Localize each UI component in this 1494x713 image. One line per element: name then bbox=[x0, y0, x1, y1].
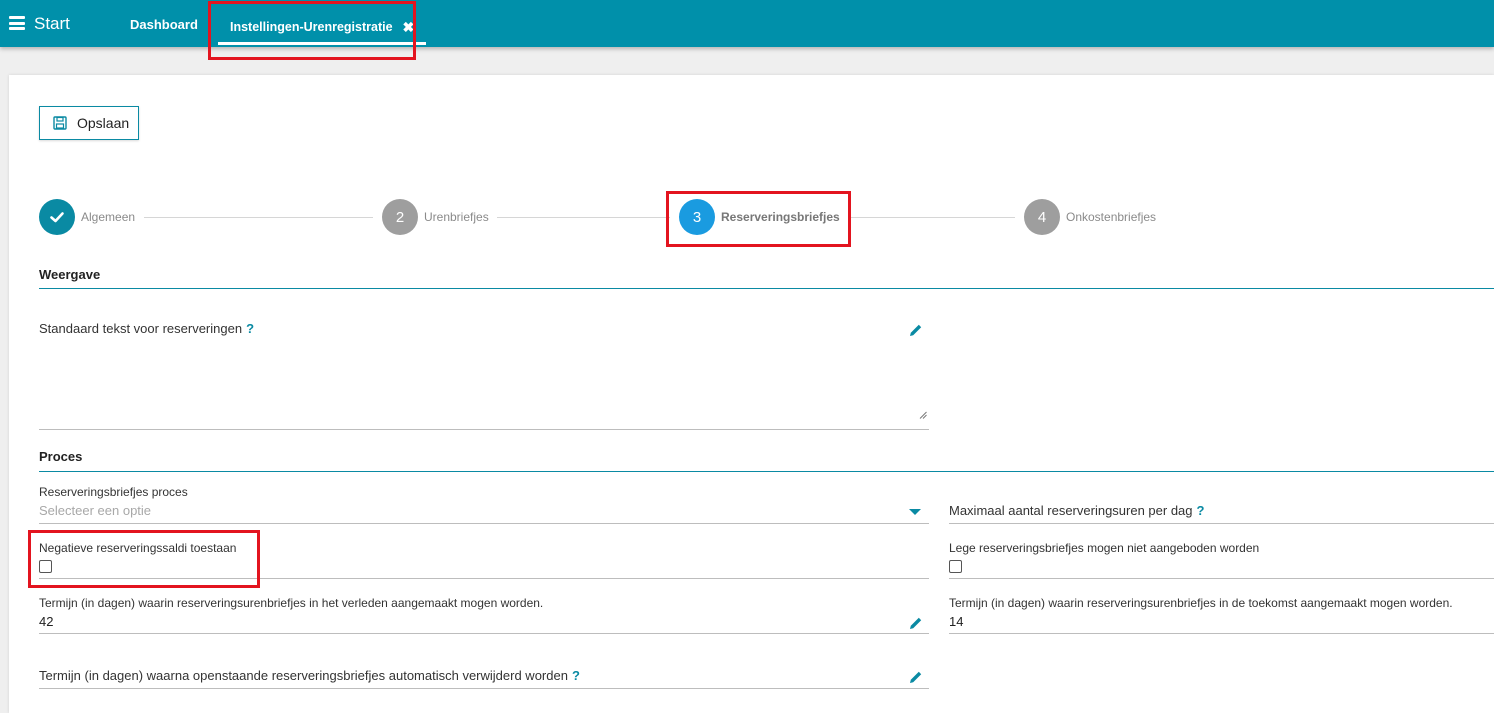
field-underline bbox=[949, 633, 1494, 634]
proces-select[interactable]: Selecteer een optie bbox=[39, 503, 151, 518]
resize-handle-icon[interactable] bbox=[919, 411, 927, 419]
pencil-icon[interactable] bbox=[909, 670, 923, 684]
standaard-tekst-textarea[interactable] bbox=[39, 429, 929, 430]
section-divider bbox=[39, 471, 1494, 472]
max-uren-input[interactable] bbox=[949, 523, 1494, 524]
step-connector bbox=[848, 217, 1015, 218]
highlight-box-step bbox=[666, 191, 851, 247]
section-title-proces: Proces bbox=[39, 449, 83, 464]
field-underline bbox=[39, 633, 929, 634]
max-uren-label: Maximaal aantal reserveringsuren per dag… bbox=[949, 503, 1204, 518]
section-divider bbox=[39, 288, 1494, 289]
toekomst-input[interactable]: 14 bbox=[949, 614, 963, 629]
standaard-tekst-label: Standaard tekst voor reserveringen? bbox=[39, 321, 254, 336]
step-2-circle[interactable]: 2 bbox=[382, 199, 418, 235]
save-button[interactable]: Opslaan bbox=[39, 106, 139, 140]
pencil-icon[interactable] bbox=[909, 616, 923, 630]
chevron-down-icon[interactable] bbox=[909, 509, 921, 515]
step-1-circle[interactable] bbox=[39, 199, 75, 235]
field-underline bbox=[949, 578, 1494, 579]
verleden-input[interactable]: 42 bbox=[39, 614, 53, 629]
step-4-label[interactable]: Onkostenbriefjes bbox=[1066, 210, 1156, 224]
highlight-box-tab bbox=[208, 1, 416, 60]
step-connector bbox=[497, 217, 670, 218]
proces-select-underline bbox=[39, 523, 929, 524]
proces-label: Reserveringsbriefjes proces bbox=[39, 485, 188, 499]
floppy-disk-icon bbox=[53, 116, 67, 130]
checkmark-icon bbox=[50, 212, 64, 223]
step-4-circle[interactable]: 4 bbox=[1024, 199, 1060, 235]
verwijderd-label-text: Termijn (in dagen) waarna openstaande re… bbox=[39, 668, 568, 683]
save-label: Opslaan bbox=[77, 115, 130, 131]
max-uren-label-text: Maximaal aantal reserveringsuren per dag bbox=[949, 503, 1193, 518]
toekomst-label: Termijn (in dagen) waarin reserveringsur… bbox=[949, 596, 1453, 610]
verwijderd-label: Termijn (in dagen) waarna openstaande re… bbox=[39, 668, 580, 683]
section-title-weergave: Weergave bbox=[39, 267, 101, 282]
step-connector bbox=[144, 217, 373, 218]
lege-label: Lege reserveringsbriefjes mogen niet aan… bbox=[949, 541, 1260, 555]
hamburger-menu-icon[interactable] bbox=[9, 16, 25, 30]
step-1-label[interactable]: Algemeen bbox=[81, 210, 135, 224]
step-2-label[interactable]: Urenbriefjes bbox=[424, 210, 489, 224]
content-card bbox=[9, 75, 1494, 713]
help-icon[interactable]: ? bbox=[246, 321, 254, 336]
lege-checkbox[interactable] bbox=[949, 560, 962, 573]
help-icon[interactable]: ? bbox=[1197, 503, 1205, 518]
verwijderd-input[interactable] bbox=[39, 688, 929, 689]
tab-dashboard[interactable]: Dashboard bbox=[130, 17, 198, 32]
start-link[interactable]: Start bbox=[34, 14, 70, 34]
standaard-tekst-label-text: Standaard tekst voor reserveringen bbox=[39, 321, 243, 336]
help-icon[interactable]: ? bbox=[572, 668, 580, 683]
verleden-label: Termijn (in dagen) waarin reserveringsur… bbox=[39, 596, 544, 610]
highlight-box-negatief bbox=[28, 530, 260, 588]
pencil-icon[interactable] bbox=[909, 323, 923, 337]
